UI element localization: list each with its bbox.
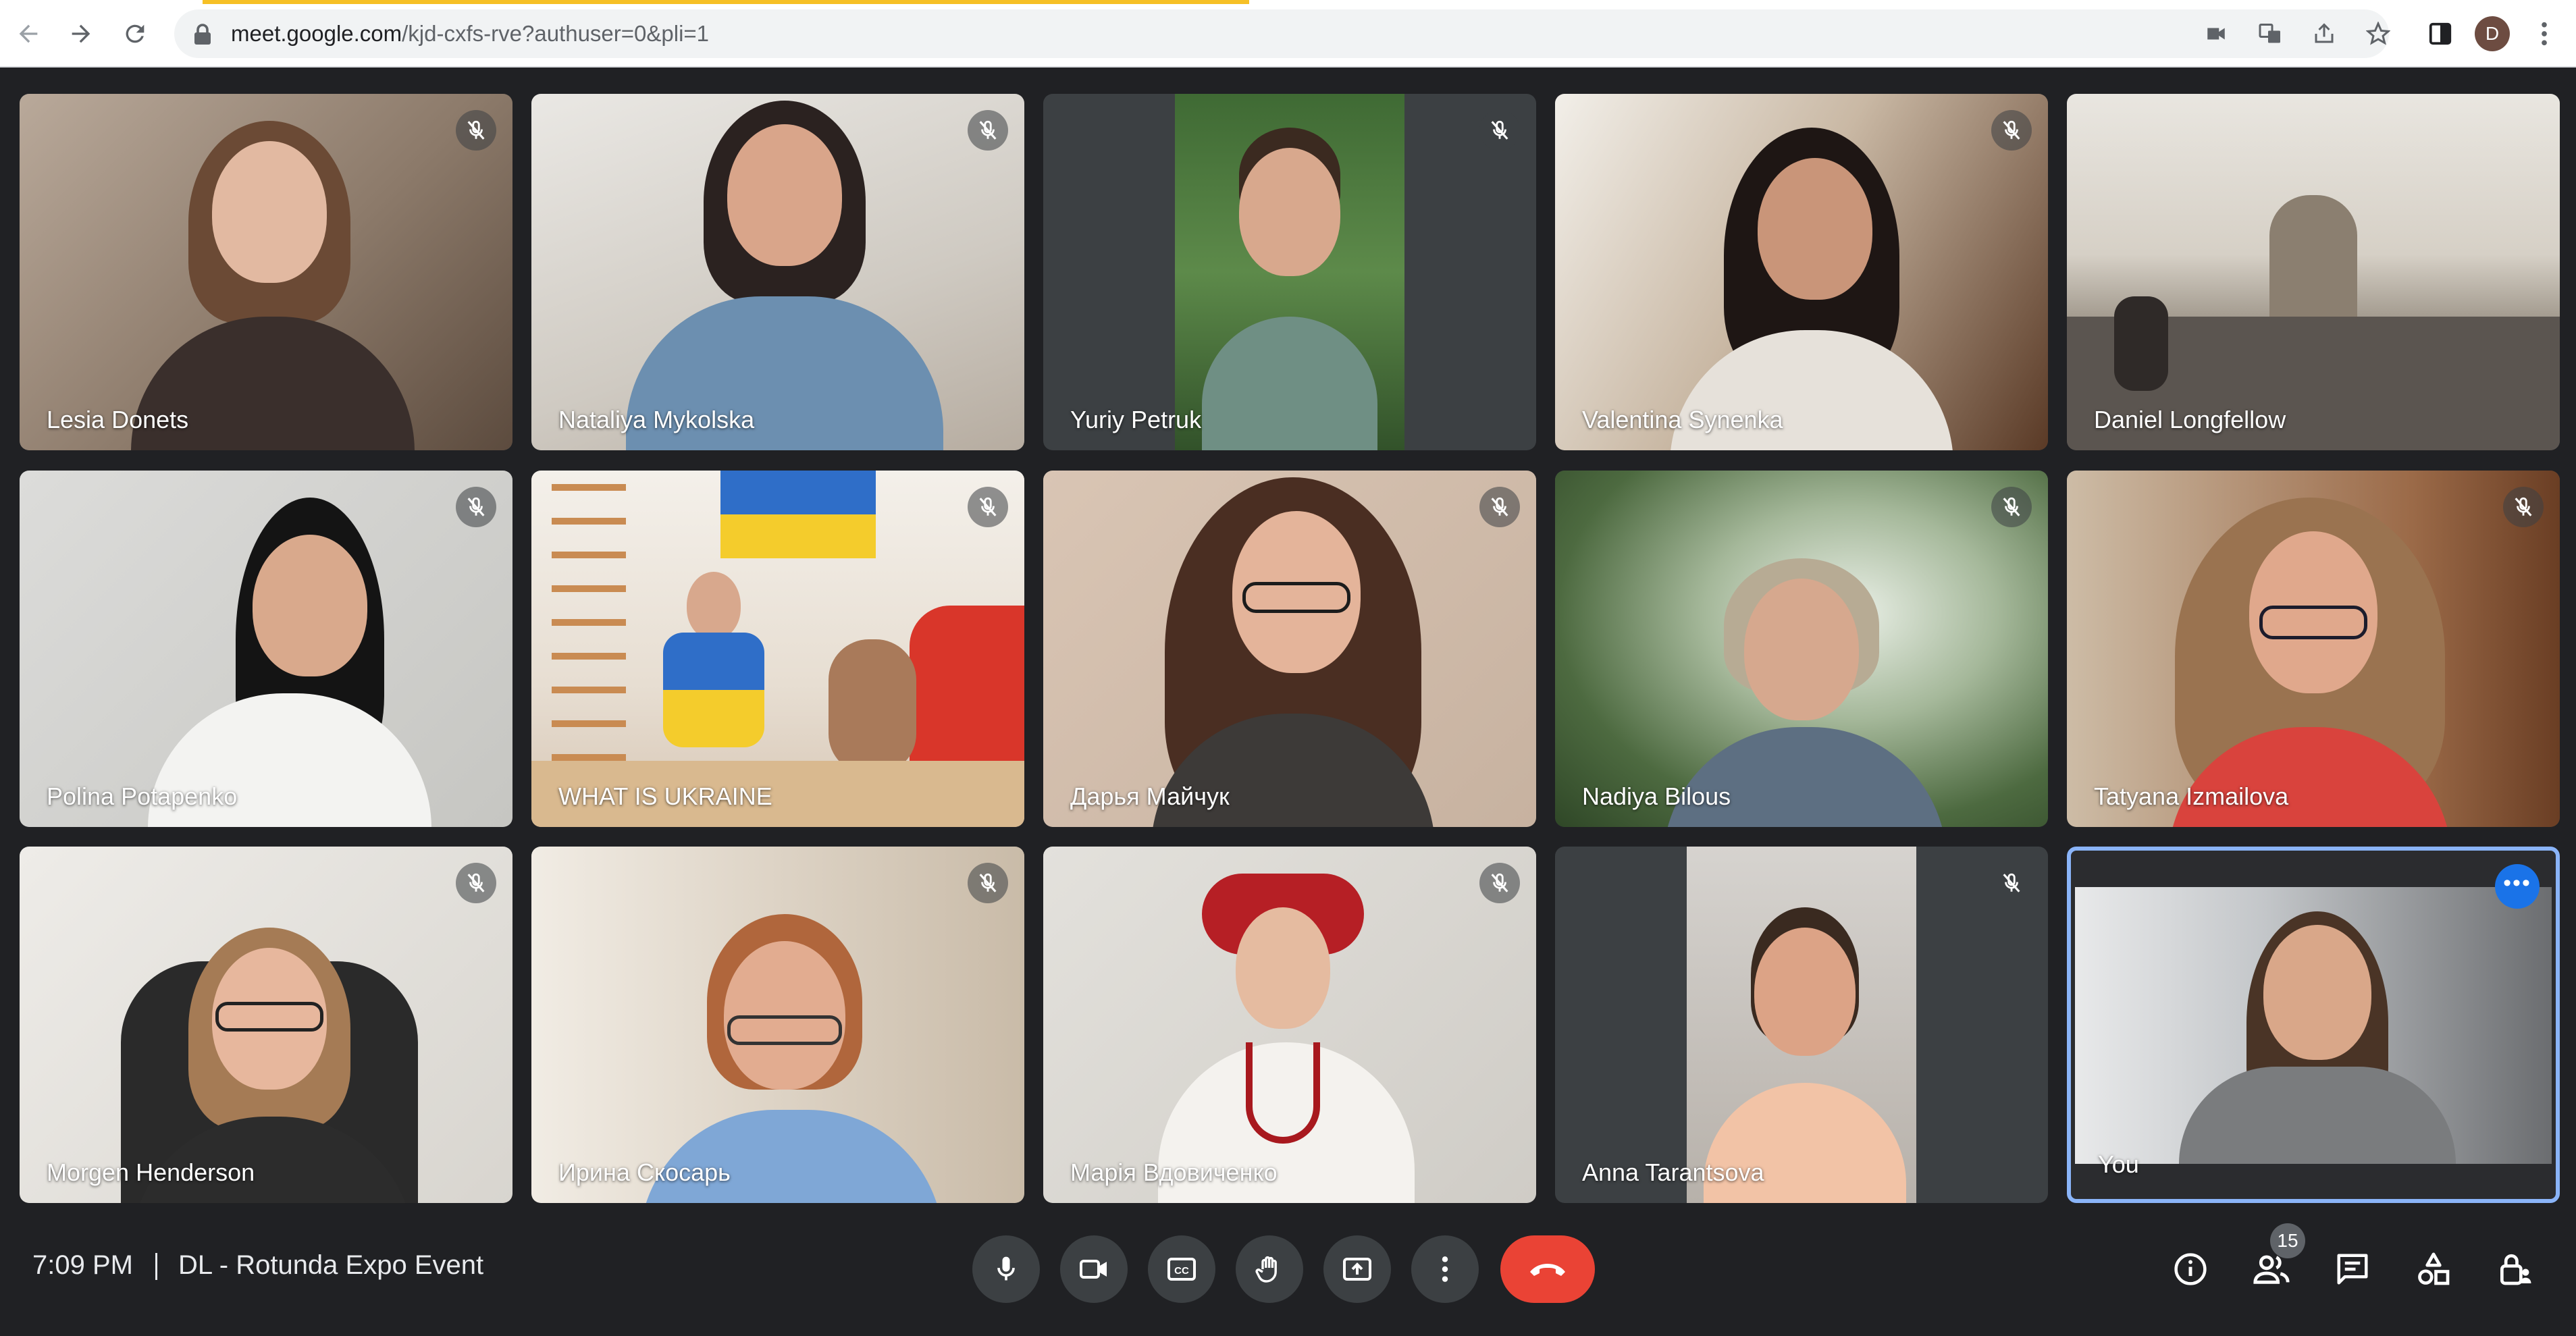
share-icon[interactable] <box>2309 19 2339 49</box>
mic-off-icon <box>1991 110 2032 151</box>
more-options-button[interactable]: ••• <box>2495 864 2540 909</box>
mic-off-icon <box>1479 487 1520 527</box>
participant-name: Daniel Longfellow <box>2094 406 2286 433</box>
divider <box>155 1253 157 1280</box>
participant-name: Nataliya Mykolska <box>558 406 755 433</box>
mic-off-icon <box>2503 487 2544 527</box>
participant-name: Anna Tarantsova <box>1582 1158 1764 1186</box>
more-options-menu-button[interactable] <box>1411 1235 1479 1303</box>
participant-count-badge: 15 <box>2270 1223 2305 1258</box>
arrow-left-icon <box>19 24 38 43</box>
lock-icon <box>194 24 211 45</box>
participant-name: Valentina Synenka <box>1582 406 1783 433</box>
chat-icon <box>2337 1254 2368 1285</box>
participant-tile[interactable]: Polina Potapenko <box>20 471 512 827</box>
meeting-title: DL - Rotunda Expo Event <box>178 1250 484 1280</box>
camera-permission-icon[interactable] <box>2201 19 2231 49</box>
hang-up-icon <box>1530 1264 1565 1276</box>
reload-button[interactable] <box>116 15 154 53</box>
mic-off-icon <box>1991 487 2032 527</box>
present-icon <box>1343 1258 1371 1281</box>
participant-name: Morgen Henderson <box>47 1158 255 1186</box>
participant-tile[interactable]: Ирина Скосарь <box>531 847 1024 1203</box>
participant-tile[interactable]: Anna Tarantsova <box>1555 847 2048 1203</box>
url-host: meet.google.com <box>231 21 402 46</box>
participant-tile[interactable]: Lesia Donets <box>20 94 512 450</box>
participant-tile[interactable]: Valentina Synenka <box>1555 94 2048 450</box>
url-path: /kjd-cxfs-rve?authuser=0&pli=1 <box>402 21 710 46</box>
participant-name: WHAT IS UKRAINE <box>558 782 772 810</box>
browser-menu-icon[interactable] <box>2525 15 2563 53</box>
bookmark-star-icon[interactable] <box>2363 19 2393 49</box>
svg-text:CC: CC <box>1174 1265 1189 1277</box>
participant-name: Lesia Donets <box>47 406 189 433</box>
mic-off-icon <box>1991 863 2032 903</box>
more-vert-icon <box>1442 1256 1448 1282</box>
participant-name: You <box>2098 1150 2139 1178</box>
mic-off-icon <box>456 110 496 151</box>
participant-tile[interactable]: Nadiya Bilous <box>1555 471 2048 827</box>
self-view-tile[interactable]: ••• You <box>2067 847 2560 1203</box>
mic-off-icon <box>1479 863 1520 903</box>
closed-captions-icon: CC <box>1167 1258 1196 1281</box>
microphone-button[interactable] <box>972 1235 1040 1303</box>
participant-name: Марія Вдовиченко <box>1070 1158 1278 1186</box>
reload-icon <box>126 24 144 43</box>
forward-button[interactable] <box>62 15 100 53</box>
side-panel-icon[interactable] <box>2421 15 2459 53</box>
mic-off-icon <box>968 863 1008 903</box>
host-controls-button[interactable] <box>2488 1242 2542 1296</box>
participant-tile[interactable]: Tatyana Izmailova <box>2067 471 2560 827</box>
mic-off-icon <box>968 487 1008 527</box>
participant-tile[interactable]: Yuriy Petruk <box>1043 94 1536 450</box>
chat-button[interactable] <box>2325 1242 2380 1296</box>
activities-button[interactable] <box>2407 1242 2461 1296</box>
lock-person-icon <box>2500 1254 2531 1285</box>
hand-icon <box>1255 1256 1277 1283</box>
raise-hand-button[interactable] <box>1236 1235 1303 1303</box>
mic-off-icon <box>456 863 496 903</box>
camera-button[interactable] <box>1060 1235 1128 1303</box>
mic-off-icon <box>968 110 1008 151</box>
microphone-icon <box>997 1256 1015 1281</box>
page-load-progress <box>203 0 1249 4</box>
shapes-icon <box>2418 1252 2450 1285</box>
captions-button[interactable]: CC <box>1148 1235 1215 1303</box>
mic-off-icon <box>456 487 496 527</box>
participant-tile[interactable]: WHAT IS UKRAINE <box>531 471 1024 827</box>
mic-off-icon <box>1479 110 1520 151</box>
leave-call-button[interactable] <box>1500 1235 1595 1303</box>
info-icon <box>2174 1253 2207 1285</box>
participant-name: Ирина Скосарь <box>558 1158 731 1186</box>
participant-name: Дарья Майчук <box>1070 782 1230 810</box>
participant-tile[interactable]: Марія Вдовиченко <box>1043 847 1536 1203</box>
participant-name: Polina Potapenko <box>47 782 238 810</box>
meeting-controls-bar: 7:09 PM DL - Rotunda Expo Event CC 15 <box>0 1208 2576 1336</box>
meeting-details-button[interactable] <box>2163 1242 2217 1296</box>
participant-name: Yuriy Petruk <box>1070 406 1202 433</box>
participant-name: Tatyana Izmailova <box>2094 782 2289 810</box>
current-time: 7:09 PM <box>32 1250 133 1280</box>
camera-icon <box>1080 1260 1107 1279</box>
participant-tile[interactable]: Morgen Henderson <box>20 847 512 1203</box>
participant-name: Nadiya Bilous <box>1582 782 1731 810</box>
browser-toolbar: meet.google.com/kjd-cxfs-rve?authuser=0&… <box>0 0 2576 68</box>
participant-tile[interactable]: Daniel Longfellow <box>2067 94 2560 450</box>
participant-tile[interactable]: Дарья Майчук <box>1043 471 1536 827</box>
translate-icon[interactable] <box>2255 19 2285 49</box>
present-screen-button[interactable] <box>1323 1235 1391 1303</box>
url-text: meet.google.com/kjd-cxfs-rve?authuser=0&… <box>231 9 709 58</box>
participant-tile[interactable]: Nataliya Mykolska <box>531 94 1024 450</box>
profile-avatar[interactable]: D <box>2475 16 2510 51</box>
address-bar[interactable]: meet.google.com/kjd-cxfs-rve?authuser=0&… <box>174 9 2390 58</box>
arrow-right-icon <box>72 24 90 43</box>
back-button[interactable] <box>9 15 47 53</box>
